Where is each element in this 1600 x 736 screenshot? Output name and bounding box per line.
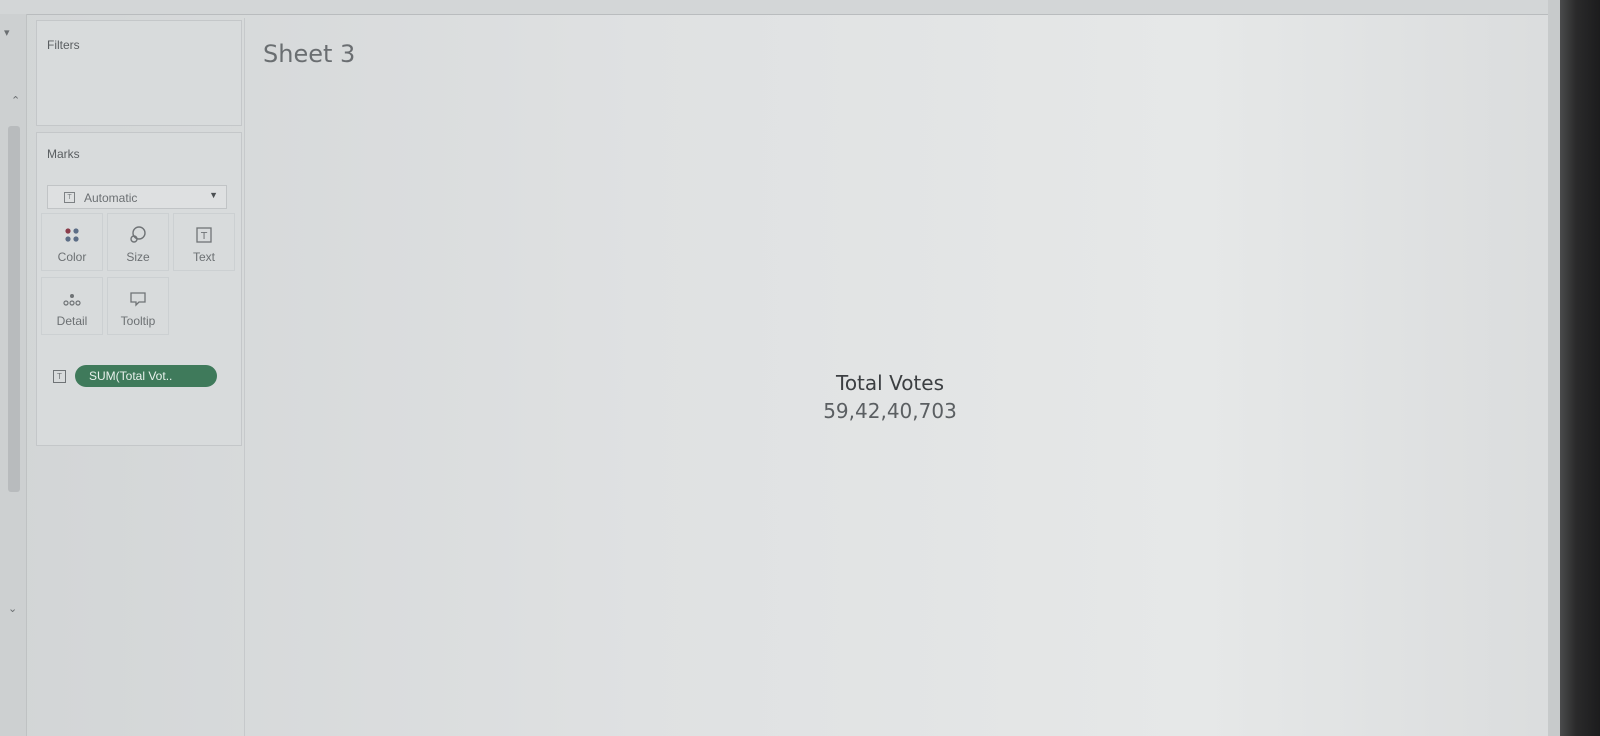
text-label: Text [192, 250, 215, 264]
kpi-label: Total Votes [836, 371, 944, 395]
marks-title: Marks [47, 147, 80, 161]
tooltip-button[interactable]: Tooltip [107, 277, 169, 335]
detail-icon [42, 288, 102, 310]
rail-scrollbar[interactable] [8, 126, 20, 492]
window-edge [1548, 0, 1560, 736]
monitor-bezel [1560, 0, 1600, 736]
tooltip-icon [108, 288, 168, 310]
sheet-title[interactable]: Sheet 3 [263, 40, 355, 68]
color-dots-icon [42, 224, 102, 246]
text-icon: T [174, 224, 234, 246]
size-icon [108, 224, 168, 246]
mark-type-icon: T [64, 192, 75, 203]
marks-field-row: T SUM(Total Vot.. [47, 365, 237, 389]
size-label: Size [126, 250, 150, 264]
color-button[interactable]: Color [41, 213, 103, 271]
screen: ▾ ⌃ ⌄ Filters Marks T Automatic ▼ Color … [0, 0, 1600, 736]
filters-shelf[interactable]: Filters [36, 20, 242, 126]
side-panel: Filters Marks T Automatic ▼ Color Size T… [36, 20, 242, 736]
scroll-up-icon[interactable]: ⌃ [11, 96, 20, 107]
detail-button[interactable]: Detail [41, 277, 103, 335]
collapse-arrow-icon[interactable]: ▾ [4, 28, 10, 39]
toolbar-strip [0, 0, 1560, 15]
scroll-down-icon[interactable]: ⌄ [8, 604, 17, 615]
svg-text:T: T [200, 231, 208, 242]
filters-title: Filters [47, 38, 80, 52]
mark-type-value: Automatic [84, 191, 138, 205]
marks-card: Marks T Automatic ▼ Color Size T Text De… [36, 132, 242, 446]
side-rail: ▾ ⌃ ⌄ [0, 14, 27, 736]
worksheet-view: Sheet 3 Total Votes 59,42,40,703 [244, 18, 1545, 736]
kpi-value: 59,42,40,703 [823, 399, 957, 423]
text-encoding-icon[interactable]: T [53, 370, 66, 383]
tooltip-label: Tooltip [120, 314, 156, 328]
sum-total-votes-pill[interactable]: SUM(Total Vot.. [75, 365, 217, 387]
detail-label: Detail [56, 314, 88, 328]
kpi-text-mark[interactable]: Total Votes 59,42,40,703 [765, 370, 1015, 426]
chevron-down-icon: ▼ [209, 190, 218, 200]
text-button[interactable]: T Text [173, 213, 235, 271]
mark-type-dropdown[interactable]: T Automatic ▼ [47, 185, 227, 209]
color-label: Color [57, 250, 87, 264]
size-button[interactable]: Size [107, 213, 169, 271]
